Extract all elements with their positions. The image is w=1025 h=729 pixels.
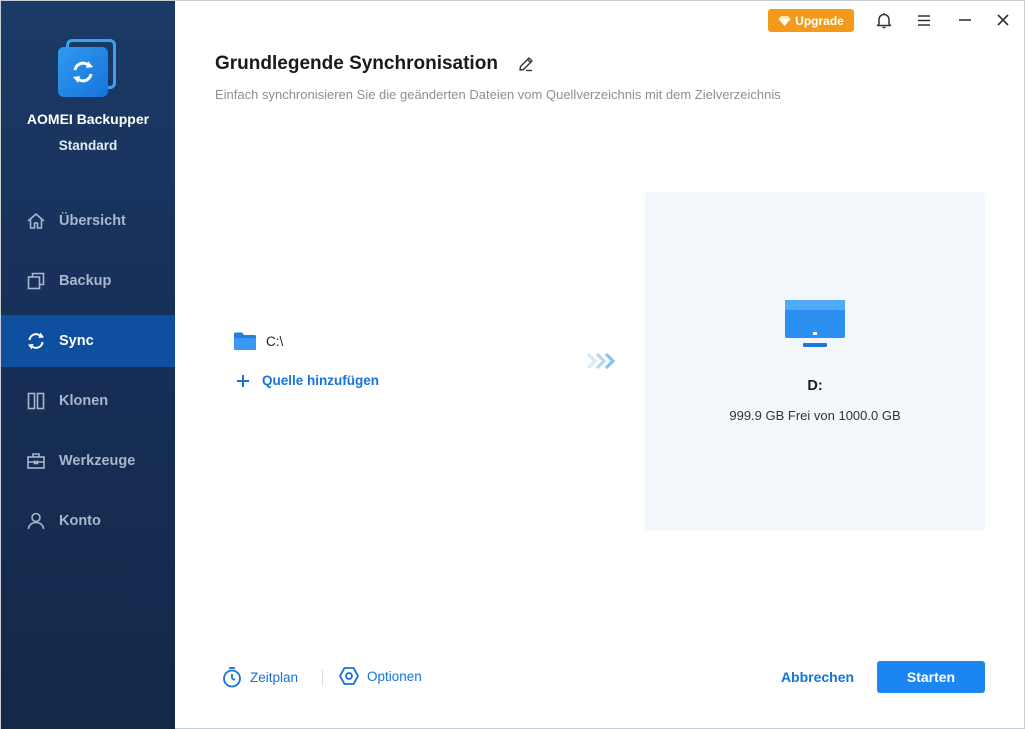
sidebar-item-konto[interactable]: Konto — [1, 491, 175, 551]
sidebar-item-klonen[interactable]: Klonen — [1, 371, 175, 431]
app-window: AOMEI Backupper Standard Übersicht Backu… — [0, 0, 1025, 729]
copy-icon — [25, 270, 47, 292]
page-subtitle: Einfach synchronisieren Sie die geändert… — [215, 87, 781, 102]
app-edition: Standard — [58, 138, 118, 153]
close-icon[interactable] — [992, 9, 1014, 31]
folder-icon — [234, 332, 256, 350]
toolbox-icon — [25, 450, 47, 472]
home-icon — [25, 210, 47, 232]
bell-icon[interactable] — [873, 9, 895, 31]
upgrade-label: Upgrade — [795, 13, 844, 28]
timer-icon — [223, 667, 241, 688]
plus-icon — [237, 374, 249, 387]
sidebar-item-backup[interactable]: Backup — [1, 251, 175, 311]
upgrade-button[interactable]: Upgrade — [768, 9, 854, 32]
sidebar-item-label: Konto — [59, 513, 101, 529]
sidebar-item-label: Sync — [59, 333, 94, 349]
clone-icon — [25, 390, 47, 412]
sidebar-item-label: Übersicht — [59, 213, 126, 229]
sidebar-item-werkzeuge[interactable]: Werkzeuge — [1, 431, 175, 491]
options-button[interactable]: Optionen — [339, 666, 422, 686]
sidebar-item-label: Werkzeuge — [59, 453, 136, 469]
add-source-button[interactable]: Quelle hinzufügen — [236, 373, 379, 388]
sidebar: AOMEI Backupper Standard Übersicht Backu… — [1, 1, 175, 729]
sidebar-item-label: Klonen — [59, 393, 109, 409]
menu-icon[interactable] — [913, 9, 935, 31]
destination-name: D: — [807, 378, 823, 394]
minimize-icon[interactable] — [954, 9, 976, 31]
options-hexagon-icon — [339, 667, 359, 685]
destination-capacity: 999.9 GB Frei von 1000.0 GB — [729, 408, 901, 423]
options-label: Optionen — [367, 668, 422, 684]
page-title: Grundlegende Synchronisation — [215, 53, 498, 74]
start-button[interactable]: Starten — [877, 661, 985, 693]
schedule-button[interactable]: Zeitplan — [222, 666, 298, 688]
sidebar-nav: Übersicht Backup Sync Klonen Werkzeuge K… — [1, 191, 175, 551]
cancel-button[interactable]: Abbrechen — [771, 661, 864, 693]
user-icon — [25, 510, 47, 532]
schedule-label: Zeitplan — [250, 669, 299, 685]
sidebar-item-label: Backup — [59, 273, 112, 289]
app-logo-icon — [58, 39, 118, 99]
direction-arrows-icon — [585, 351, 619, 371]
app-name: AOMEI Backupper — [26, 111, 150, 127]
edit-pencil-icon[interactable] — [517, 55, 535, 73]
sidebar-item-sync[interactable]: Sync — [1, 315, 175, 367]
diamond-icon — [778, 15, 791, 26]
monitor-icon — [784, 299, 846, 351]
footer-divider — [322, 670, 323, 686]
sync-icon — [25, 330, 47, 352]
source-item[interactable]: C:\ — [233, 331, 283, 351]
add-source-label: Quelle hinzufügen — [262, 373, 379, 388]
destination-panel[interactable]: D: 999.9 GB Frei von 1000.0 GB — [645, 192, 985, 531]
source-path: C:\ — [266, 333, 284, 349]
sidebar-item-uebersicht[interactable]: Übersicht — [1, 191, 175, 251]
